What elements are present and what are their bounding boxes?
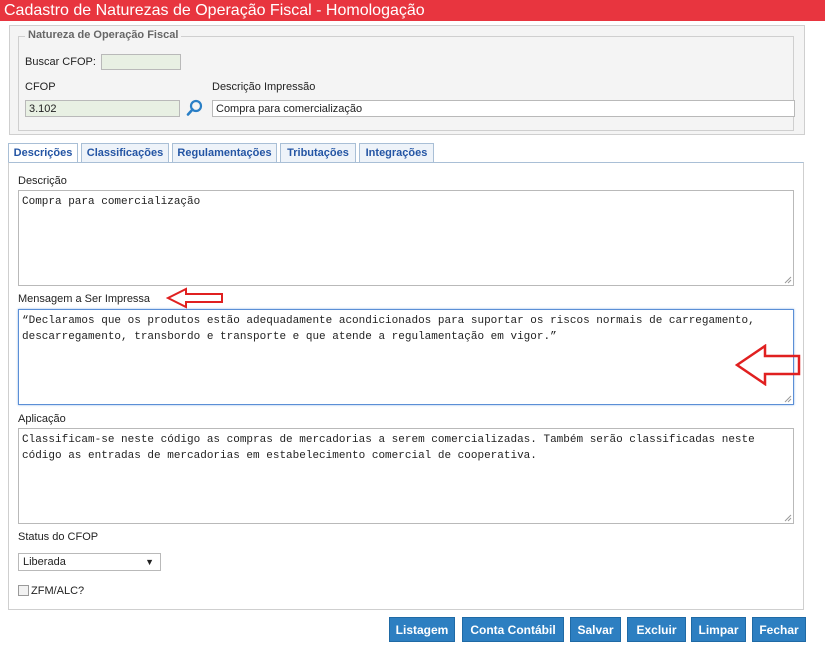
tab-content-descricoes: Descrição Compra para comercialização Me… — [8, 162, 804, 610]
fieldset-legend: Natureza de Operação Fiscal — [25, 29, 182, 41]
tab-classificacoes[interactable]: Classificações — [81, 143, 169, 162]
listagem-button[interactable]: Listagem — [389, 617, 455, 642]
window-title: Cadastro de Naturezas de Operação Fiscal… — [0, 0, 825, 21]
buscar-cfop-label: Buscar CFOP: — [25, 56, 96, 68]
aplicacao-text: Classificam-se neste código as compras d… — [22, 434, 762, 462]
cfop-input[interactable] — [25, 100, 180, 117]
conta-contabil-button[interactable]: Conta Contábil — [462, 617, 564, 642]
dropdown-arrow-icon: ▼ — [145, 557, 154, 567]
mensagem-textarea[interactable]: “Declaramos que os produtos estão adequa… — [18, 309, 794, 405]
annotation-arrow-icon — [166, 287, 223, 309]
fechar-button[interactable]: Fechar — [752, 617, 806, 642]
buscar-cfop-input[interactable] — [101, 54, 181, 70]
header-panel: Natureza de Operação Fiscal Buscar CFOP:… — [9, 25, 805, 135]
limpar-button[interactable]: Limpar — [691, 617, 746, 642]
descricao-impressao-input[interactable] — [212, 100, 795, 117]
descricao-text: Compra para comercialização — [22, 196, 201, 208]
salvar-button[interactable]: Salvar — [570, 617, 621, 642]
tab-regulamentacoes[interactable]: Regulamentações — [172, 143, 277, 162]
resize-grip-icon[interactable] — [784, 276, 792, 284]
resize-grip-icon[interactable] — [784, 395, 792, 403]
descricao-label: Descrição — [18, 175, 67, 187]
zfm-alc-checkbox[interactable] — [18, 585, 29, 596]
zfm-alc-label: ZFM/ALC? — [31, 585, 85, 597]
descricao-impressao-label: Descrição Impressão — [212, 81, 316, 93]
status-cfop-value: Liberada — [23, 556, 66, 568]
tab-integracoes[interactable]: Integrações — [359, 143, 434, 162]
tab-tributacoes[interactable]: Tributações — [280, 143, 356, 162]
descricao-textarea[interactable]: Compra para comercialização — [18, 190, 794, 286]
resize-grip-icon[interactable] — [784, 514, 792, 522]
cfop-label: CFOP — [25, 81, 56, 93]
mensagem-label: Mensagem a Ser Impressa — [18, 293, 151, 305]
status-cfop-select[interactable]: Liberada ▼ — [18, 553, 161, 571]
status-cfop-label: Status do CFOP — [18, 531, 99, 543]
tab-descricoes[interactable]: Descrições — [8, 143, 78, 164]
mensagem-text: “Declaramos que os produtos estão adequa… — [22, 315, 762, 343]
excluir-button[interactable]: Excluir — [627, 617, 686, 642]
aplicacao-textarea[interactable]: Classificam-se neste código as compras d… — [18, 428, 794, 524]
aplicacao-label: Aplicação — [18, 413, 66, 425]
natureza-fieldset: Natureza de Operação Fiscal Buscar CFOP:… — [18, 29, 795, 131]
annotation-arrow-icon — [735, 344, 801, 386]
search-icon[interactable] — [186, 99, 204, 117]
